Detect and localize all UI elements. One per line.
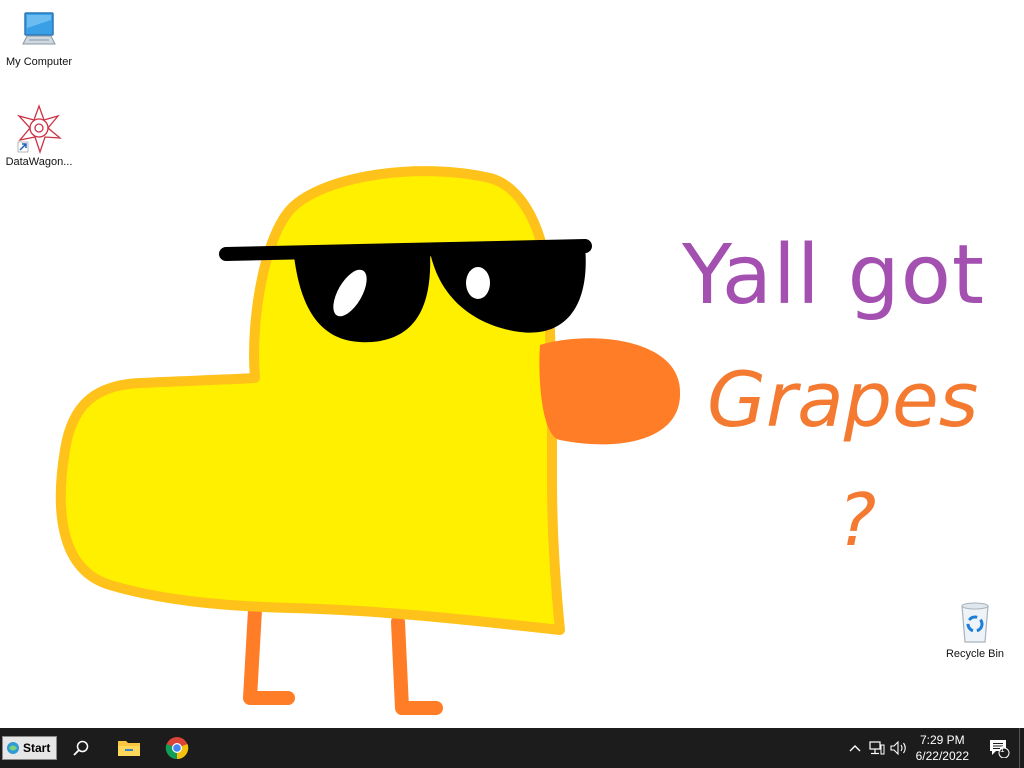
chevron-up-icon [849,745,861,752]
notification-icon [990,740,1010,758]
taskbar: Start 7:29 PM 6/22/2022 1 [0,728,1024,768]
taskbar-chrome-button[interactable] [153,728,201,768]
duck-beak [539,338,681,445]
start-orb-icon [7,742,19,754]
taskbar-clock[interactable]: 7:29 PM 6/22/2022 [916,732,969,764]
desktop-icon-label: Recycle Bin [945,648,1005,660]
desktop-icon-my-computer[interactable]: My Computer [0,10,78,68]
search-icon [73,740,89,756]
start-button[interactable]: Start [2,736,58,760]
wallpaper-text-line1: Yall got [682,228,986,323]
start-button-label: Start [23,741,51,755]
tray-network-button[interactable] [866,728,888,768]
duck-legs [243,603,443,715]
taskbar-file-explorer-button[interactable] [105,728,153,768]
tray-volume-button[interactable] [888,728,910,768]
recycle-bin-icon [961,602,989,643]
action-center-button[interactable]: 1 [979,728,1019,768]
wallpaper-text-line3: ? [838,478,877,562]
desktop-icon-label: DataWagon... [5,156,73,168]
network-icon [869,741,885,755]
wallpaper-text-line2: Grapes [707,355,979,444]
file-explorer-icon [118,741,141,756]
volume-icon [890,741,906,755]
tray-overflow-button[interactable] [844,728,866,768]
notification-count-badge: 1 [1000,745,1005,754]
duck-body [55,166,565,635]
chrome-icon [166,737,189,760]
taskbar-search-button[interactable] [57,728,105,768]
desktop-icon-recycle-bin[interactable]: Recycle Bin [936,600,1014,660]
clock-date: 6/22/2022 [915,749,969,763]
desktop-icon-label: My Computer [5,56,73,68]
system-tray: 7:29 PM 6/22/2022 1 [844,728,1024,768]
desktop-icon-datawagon[interactable]: DataWagon... [0,104,78,168]
clock-time: 7:29 PM [919,733,965,747]
show-desktop-button[interactable] [1019,728,1024,768]
datawagon-logo-icon [17,104,62,154]
computer-icon [22,12,56,45]
